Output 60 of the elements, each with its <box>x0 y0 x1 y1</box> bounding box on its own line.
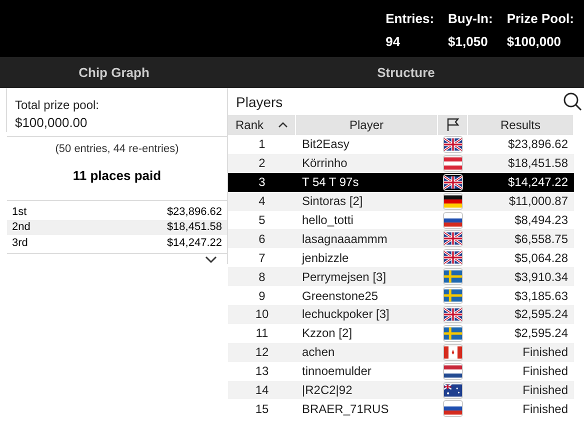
tab[interactable]: Structure <box>228 57 584 88</box>
rank-cell: 8 <box>228 267 296 286</box>
players-title: Players <box>236 94 283 110</box>
payout-amount: $23,896.62 <box>166 206 222 218</box>
rank-cell: 14 <box>228 380 296 400</box>
stat-label: Prize Pool: <box>506 11 574 26</box>
player-cell[interactable]: lechuckpoker [3] <box>296 305 438 324</box>
chevron-down-icon[interactable] <box>205 256 217 264</box>
player-cell[interactable]: hello_totti <box>296 210 438 230</box>
payout-place: 2nd <box>12 221 30 234</box>
flag-icon <box>444 401 462 416</box>
column-header[interactable]: Player <box>296 115 438 135</box>
result-cell: $14,247.22 <box>468 172 574 192</box>
flag-icon <box>444 174 462 190</box>
rank-cell: 6 <box>228 229 296 248</box>
tab[interactable]: Chip Graph <box>0 57 228 88</box>
rank-cell: 12 <box>228 342 296 362</box>
result-cell: $3,910.34 <box>468 267 574 286</box>
search-icon[interactable] <box>563 92 582 111</box>
result-cell: $8,494.23 <box>468 210 574 230</box>
column-header[interactable]: Rank <box>228 115 296 135</box>
result-cell: $6,558.75 <box>468 229 574 248</box>
payout-amount: $18,451.58 <box>166 221 222 234</box>
rank-cell: 10 <box>228 305 296 324</box>
player-cell[interactable]: lasagnaaammm <box>296 229 438 248</box>
result-cell: $11,000.87 <box>468 192 574 211</box>
total-prize-value: $100,000.00 <box>14 115 88 130</box>
sort-up-icon <box>278 122 288 128</box>
result-cell: Finished <box>468 342 574 362</box>
flag-outline-icon <box>446 118 460 132</box>
player-cell[interactable]: Körrinho <box>296 154 438 173</box>
result-cell: $18,451.58 <box>468 154 574 173</box>
flag-icon <box>444 269 462 284</box>
column-header[interactable]: Results <box>468 115 574 135</box>
places-paid: 11 places paid <box>6 155 227 201</box>
player-cell[interactable]: achen <box>296 342 438 362</box>
player-cell[interactable]: |R2C2|92 <box>296 380 438 400</box>
flag-icon <box>444 326 462 341</box>
rank-cell: 2 <box>228 154 296 173</box>
rank-cell: 4 <box>228 192 296 211</box>
flag-icon <box>444 212 462 228</box>
rank-cell: 5 <box>228 210 296 230</box>
total-prize-label: Total prize pool: <box>14 98 100 112</box>
player-cell[interactable]: T 54 T 97s <box>296 172 438 192</box>
stat-label: Buy-In: <box>448 11 493 26</box>
entries-note: (50 entries, 44 re-entries) <box>54 142 180 155</box>
stat-value: 94 <box>386 34 402 49</box>
result-cell: $2,595.24 <box>468 305 574 324</box>
player-cell[interactable]: Perrymejsen [3] <box>296 267 438 286</box>
flag-icon <box>444 194 462 209</box>
flag-icon <box>444 288 462 304</box>
payout-place: 1st <box>12 206 27 218</box>
player-cell[interactable]: Sintoras [2] <box>296 192 438 211</box>
stat-value: $1,050 <box>448 34 489 49</box>
payout-amount: $14,247.22 <box>166 236 222 249</box>
rank-cell: 3 <box>228 172 296 192</box>
stat-label: Entries: <box>386 11 434 26</box>
stat-value: $100,000 <box>506 34 562 49</box>
result-cell: Finished <box>468 380 574 400</box>
payout-place: 3rd <box>12 236 28 249</box>
